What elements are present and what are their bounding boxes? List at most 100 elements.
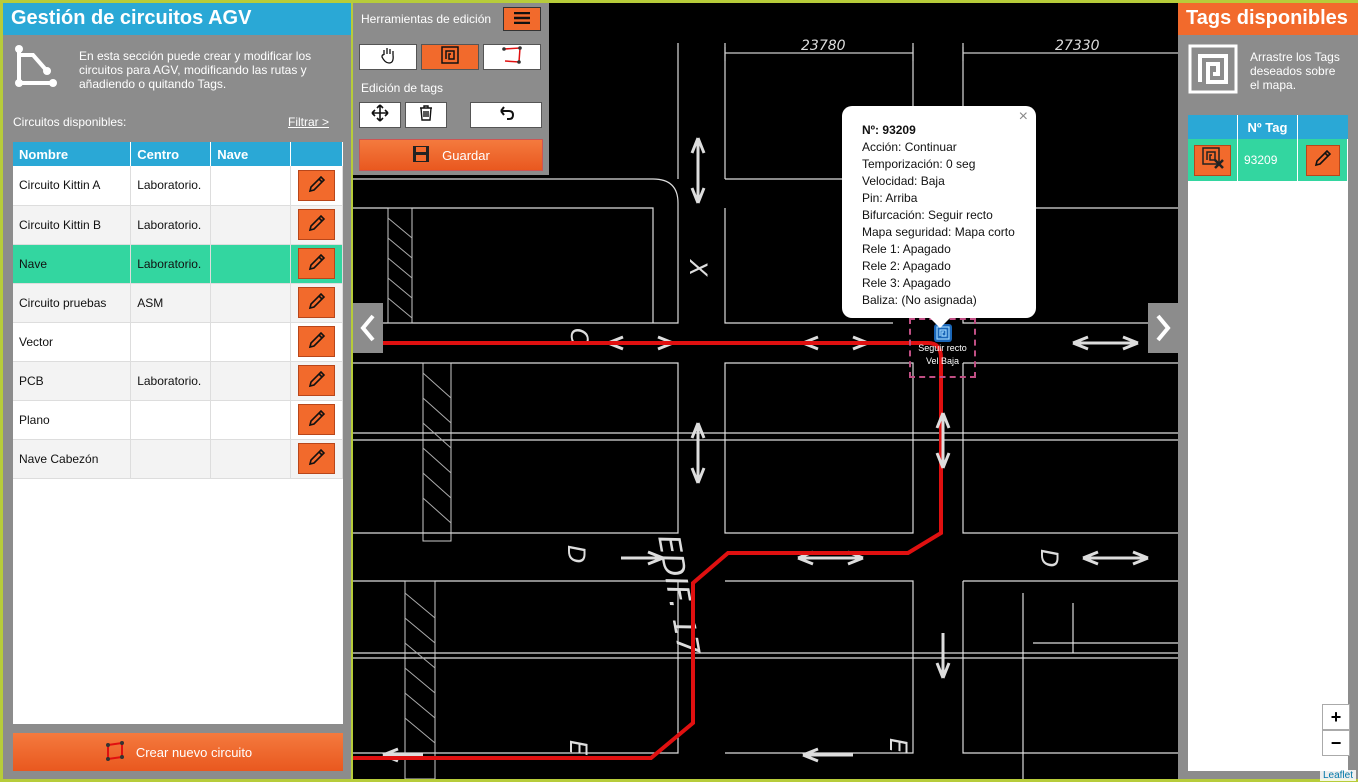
popup-line-label: Bifurcación: [862, 208, 925, 222]
circuit-nave [210, 205, 291, 245]
table-row[interactable]: Nave Cabezón [13, 439, 343, 479]
popup-line-value: Continuar [904, 140, 957, 154]
popup-content: Nº: 93209 Acción: Continuar Temporización:… [862, 122, 1016, 309]
table-row[interactable]: PCB Laboratorio. [13, 361, 343, 401]
zoom-out-button[interactable]: − [1322, 730, 1350, 756]
circuit-center [130, 439, 212, 479]
popup-line: Nº: 93209 [862, 122, 1016, 139]
move-tag-button[interactable] [359, 102, 401, 128]
popup-line: Bifurcación: Seguir recto [862, 207, 1016, 224]
popup-line-value: Mapa corto [954, 225, 1015, 239]
popup-line-value: Arriba [885, 191, 918, 205]
tags-panel: Tags disponibles Arrastre los Tags desea… [1178, 3, 1358, 779]
edit-toolbar: Herramientas de edición Edición de tags [353, 3, 549, 175]
pencil-icon [1313, 148, 1333, 173]
circuit-name: Circuito Kittin A [13, 166, 132, 206]
filter-link[interactable]: Filtrar > [288, 115, 329, 129]
popup-line-label: Rele 3: [862, 276, 901, 290]
cad-label: D [1035, 549, 1063, 567]
popup-tip [930, 318, 950, 328]
popup-line-label: Mapa seguridad: [862, 225, 952, 239]
circuit-center: Laboratorio. [130, 166, 212, 206]
table-row[interactable]: Vector [13, 322, 343, 362]
popup-line-label: Rele 2: [862, 259, 901, 273]
column-header-nave[interactable]: Nave [210, 142, 291, 166]
hamburger-icon [514, 11, 530, 27]
tag-tool-button[interactable] [421, 44, 479, 70]
delete-tag-button[interactable] [405, 102, 447, 128]
popup-line: Acción: Continuar [862, 139, 1016, 156]
table-row[interactable]: Circuito Kittin B Laboratorio. [13, 205, 343, 245]
circuit-name: Circuito pruebas [13, 283, 132, 323]
leaflet-attribution[interactable]: Leaflet [1319, 770, 1356, 781]
column-header-centro[interactable]: Centro [130, 142, 212, 166]
circuit-nave [210, 400, 291, 440]
pencil-icon [307, 291, 327, 314]
tags-edit-label: Edición de tags [361, 81, 444, 95]
remove-tag-button[interactable] [1194, 144, 1231, 176]
tags-table: Nº Tag 93209 [1188, 115, 1348, 771]
tag-icon [441, 45, 459, 69]
create-circuit-button[interactable]: Crear nuevo circuito [13, 733, 343, 771]
popup-line: Baliza: (No asignada) [862, 292, 1016, 309]
edit-circuit-button[interactable] [298, 248, 335, 279]
panel-title: Gestión de circuitos AGV [3, 3, 351, 35]
route-icon [501, 45, 523, 69]
save-button[interactable]: Guardar [359, 139, 543, 171]
undo-icon [497, 105, 515, 126]
popup-line-label: Baliza: [862, 293, 899, 307]
popup-line-value: Apagado [902, 242, 951, 256]
pencil-icon [307, 213, 327, 236]
edit-circuit-button[interactable] [298, 326, 335, 357]
table-row[interactable]: Plano [13, 400, 343, 440]
cad-label: E [884, 738, 912, 754]
undo-button[interactable] [470, 102, 542, 128]
zoom-in-button[interactable]: + [1322, 704, 1350, 730]
popup-line-label: Pin: [862, 191, 883, 205]
menu-button[interactable] [503, 7, 541, 31]
circuit-name: Nave Cabezón [13, 439, 132, 479]
save-label: Guardar [442, 147, 490, 163]
intro-text: En esta sección puede crear y modificar … [79, 49, 312, 91]
pencil-icon [307, 330, 327, 353]
circuit-center: Laboratorio. [130, 244, 212, 284]
cad-label: D [562, 545, 590, 563]
next-panel-arrow[interactable] [1148, 303, 1178, 353]
pencil-icon [307, 408, 327, 431]
circuit-route[interactable] [353, 341, 943, 760]
popup-line-value: Apagado [902, 259, 951, 273]
column-header-nombre[interactable]: Nombre [13, 142, 132, 166]
tags-intro-text: Arrastre los Tags deseados sobre el mapa… [1250, 50, 1340, 92]
edit-circuit-button[interactable] [298, 169, 335, 201]
tags-table-header: Nº Tag [1188, 115, 1348, 139]
circuit-nave [210, 244, 291, 284]
column-header-tag-number[interactable]: Nº Tag [1238, 115, 1298, 139]
edit-circuit-button[interactable] [298, 287, 335, 318]
tag-row[interactable]: 93209 [1188, 139, 1348, 181]
edit-circuit-button[interactable] [298, 209, 335, 240]
pencil-icon [307, 252, 327, 275]
edit-tag-button[interactable] [1305, 144, 1340, 176]
table-row[interactable]: Circuito Kittin A Laboratorio. [13, 166, 343, 206]
move-icon [371, 103, 389, 127]
pan-tool-button[interactable] [359, 44, 417, 70]
edit-circuit-button[interactable] [298, 443, 335, 474]
edit-circuit-button[interactable] [298, 404, 335, 435]
prev-panel-arrow[interactable] [353, 303, 383, 353]
tags-intro: Arrastre los Tags deseados sobre el mapa… [1178, 35, 1358, 107]
popup-line-value: 0 seg [946, 157, 976, 171]
circuit-nave [210, 166, 291, 206]
popup-line: Mapa seguridad: Mapa corto [862, 224, 1016, 241]
route-tool-button[interactable] [483, 44, 541, 70]
tag-marker-line1: Seguir recto [918, 343, 967, 353]
table-row[interactable]: Nave Laboratorio. [13, 244, 343, 284]
edit-circuit-button[interactable] [298, 365, 335, 396]
circuit-nave [210, 439, 291, 479]
tag-number: 93209 [1238, 139, 1298, 181]
dimension-label: 23780 [801, 38, 846, 54]
floppy-disk-icon [412, 145, 430, 166]
popup-line: Velocidad: Baja [862, 173, 1016, 190]
circuit-center [130, 322, 212, 362]
table-row[interactable]: Circuito pruebas ASM [13, 283, 343, 323]
close-icon[interactable]: × [1019, 108, 1028, 125]
